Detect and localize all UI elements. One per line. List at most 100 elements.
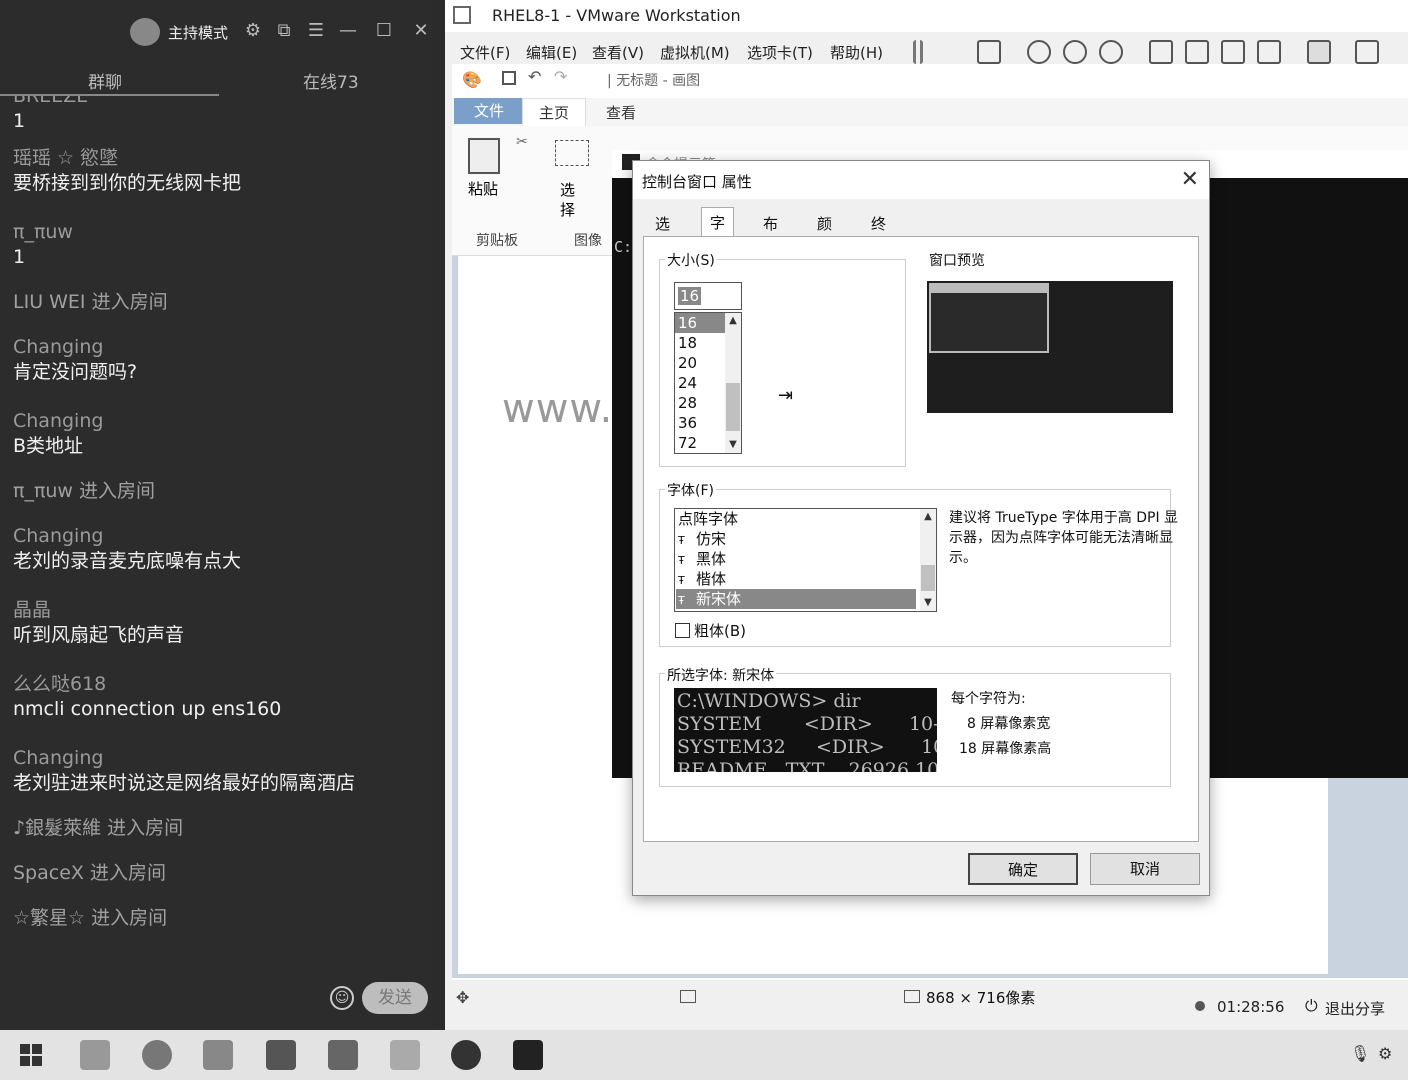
snapshot-icon[interactable] xyxy=(1027,40,1051,64)
popout-icon[interactable]: ⧉ xyxy=(273,20,295,42)
console-icon[interactable] xyxy=(1307,40,1331,64)
font-option[interactable]: 点阵字体 xyxy=(676,509,916,529)
pause-icon[interactable] xyxy=(913,40,923,64)
font-option[interactable]: Ŧ 楷体 xyxy=(676,569,916,589)
font-list-scrollbar[interactable]: ▲ ▼ xyxy=(920,509,936,611)
microphone-icon[interactable]: 🎙 xyxy=(1350,1044,1370,1063)
select-icon[interactable] xyxy=(555,140,589,166)
checkbox-box[interactable] xyxy=(675,623,690,638)
tab-font[interactable]: 字体 xyxy=(701,207,735,253)
app-icon[interactable] xyxy=(328,1040,358,1070)
font-tab-page: 大小(S) 16 16 18 20 24 28 36 72 ▲ ▼ ⇥ 窗口预览… xyxy=(643,236,1199,842)
app-icon[interactable] xyxy=(451,1040,481,1070)
stretch-icon[interactable] xyxy=(1355,40,1379,64)
power-icon[interactable]: ⏻ xyxy=(1305,996,1318,1016)
select-label[interactable]: 选 择 xyxy=(560,180,575,220)
size-list[interactable]: 16 18 20 24 28 36 72 ▲ ▼ xyxy=(674,312,742,454)
menu-file[interactable]: 文件(F) xyxy=(460,42,510,63)
tab-online[interactable]: 在线73 xyxy=(303,68,359,93)
chevron-up-icon[interactable]: ▲ xyxy=(920,509,936,525)
size-input[interactable]: 16 xyxy=(674,282,742,310)
message-text: 1 xyxy=(13,246,26,268)
emoji-icon[interactable]: ☺ xyxy=(330,986,354,1010)
fullscreen-icon[interactable] xyxy=(1221,40,1245,64)
menu-tabs[interactable]: 选项卡(T) xyxy=(747,42,813,63)
message-nick: Changing xyxy=(13,336,104,358)
paste-label[interactable]: 粘贴 xyxy=(468,178,498,199)
network-icon[interactable]: ⚙ xyxy=(1378,1044,1392,1063)
chevron-down-icon[interactable]: ▼ xyxy=(920,595,936,611)
start-icon[interactable] xyxy=(20,1044,42,1066)
size-option[interactable]: 20 xyxy=(675,353,725,373)
menu-view[interactable]: 查看(V) xyxy=(592,42,644,63)
undo-icon[interactable]: ↶ xyxy=(528,67,541,86)
tab-view[interactable]: 查看 xyxy=(606,102,636,123)
bold-label: 粗体(B) xyxy=(694,622,746,640)
thumbnail-icon[interactable] xyxy=(1185,40,1209,64)
terminal-icon[interactable] xyxy=(513,1040,543,1070)
menu-icon[interactable]: ☰ xyxy=(305,20,327,42)
font-option[interactable]: Ŧ 仿宋 xyxy=(676,529,916,549)
ok-button[interactable]: 确定 xyxy=(968,853,1078,885)
scroll-thumb[interactable] xyxy=(921,565,935,591)
host-mode-label: 主持模式 xyxy=(168,23,229,42)
vmware-titlebar: RHEL8-1 - VMware Workstation xyxy=(445,0,1408,32)
size-option[interactable]: 16 xyxy=(675,313,725,333)
recording-dot-icon xyxy=(1195,1001,1205,1011)
font-option-selected[interactable]: Ŧ 新宋体 xyxy=(676,589,916,609)
font-list[interactable]: 点阵字体 Ŧ 仿宋 Ŧ 黑体 Ŧ 楷体 Ŧ 新宋体 ▲ ▼ xyxy=(674,508,937,612)
text-cursor-icon: ⇥ xyxy=(778,385,794,406)
settings-icon[interactable]: ⚙ xyxy=(242,20,264,42)
tab-file[interactable]: 文件 xyxy=(454,98,524,124)
tab-group-chat[interactable]: 群聊 xyxy=(88,68,122,93)
send-button[interactable]: 发送 xyxy=(362,982,428,1014)
size-list-scrollbar[interactable]: ▲ ▼ xyxy=(725,313,741,453)
message-text: 老刘的录音麦克底噪有点大 xyxy=(13,550,242,572)
menu-vm[interactable]: 虚拟机(M) xyxy=(660,42,730,63)
redo-icon[interactable]: ↷ xyxy=(554,67,567,86)
vmware-taskbar-icon[interactable] xyxy=(203,1040,233,1070)
save-icon[interactable] xyxy=(502,71,516,85)
menu-edit[interactable]: 编辑(E) xyxy=(526,42,577,63)
close-icon[interactable]: ✕ xyxy=(410,20,432,42)
revert-snapshot-icon[interactable] xyxy=(1063,40,1087,64)
size-option[interactable]: 28 xyxy=(675,393,725,413)
file-explorer-icon[interactable] xyxy=(80,1040,110,1070)
cancel-button[interactable]: 取消 xyxy=(1090,853,1200,885)
truetype-icon: Ŧ xyxy=(678,574,685,587)
host-mode[interactable]: 主持模式 xyxy=(130,18,228,46)
message-list[interactable]: BREEZE 1 瑶瑶 ☆ 慾墜 要桥接到到你的无线网卡把 π_πuw 1 LI… xyxy=(13,96,423,966)
paste-icon[interactable] xyxy=(468,138,500,174)
unity-icon[interactable] xyxy=(1257,40,1281,64)
font-group-label: 字体(F) xyxy=(665,480,716,500)
menu-help[interactable]: 帮助(H) xyxy=(830,42,883,63)
app-icon[interactable] xyxy=(266,1040,296,1070)
size-option[interactable]: 24 xyxy=(675,373,725,393)
tab-home[interactable]: 主页 xyxy=(522,98,586,128)
meeting-status-bar: 01:28:56 ⏻ 退出分享 xyxy=(445,986,1408,1026)
message-text: 听到风扇起飞的声音 xyxy=(13,624,185,646)
app-icon[interactable] xyxy=(390,1040,420,1070)
size-option[interactable]: 36 xyxy=(675,413,725,433)
size-option[interactable]: 72 xyxy=(675,433,725,453)
chevron-down-icon[interactable]: ▼ xyxy=(725,437,741,453)
minimize-icon[interactable]: — xyxy=(337,20,359,42)
clipboard-group-label: 剪贴板 xyxy=(476,233,518,249)
cut-icon[interactable]: ✂ xyxy=(516,134,528,150)
size-option[interactable]: 18 xyxy=(675,333,725,353)
font-option[interactable]: Ŧ 黑体 xyxy=(676,549,916,569)
library-icon[interactable] xyxy=(1149,40,1173,64)
truetype-icon: Ŧ xyxy=(678,594,685,607)
chevron-up-icon[interactable]: ▲ xyxy=(725,313,741,329)
chrome-icon[interactable] xyxy=(142,1040,172,1070)
scroll-thumb[interactable] xyxy=(726,383,740,431)
maximize-icon[interactable]: ☐ xyxy=(373,20,395,42)
send-keys-icon[interactable] xyxy=(977,40,1001,64)
message-item: 瑶瑶 ☆ 慾墜 要桥接到到你的无线网卡把 xyxy=(13,146,423,200)
bold-checkbox[interactable]: 粗体(B) xyxy=(675,620,746,641)
char-width: 8 屏幕像素宽 xyxy=(967,716,1051,732)
message-item: Changing 肯定没问题吗? xyxy=(13,335,423,389)
exit-share-button[interactable]: 退出分享 xyxy=(1325,998,1385,1019)
dialog-close-icon[interactable]: ✕ xyxy=(1181,167,1199,192)
snapshot-manager-icon[interactable] xyxy=(1099,40,1123,64)
